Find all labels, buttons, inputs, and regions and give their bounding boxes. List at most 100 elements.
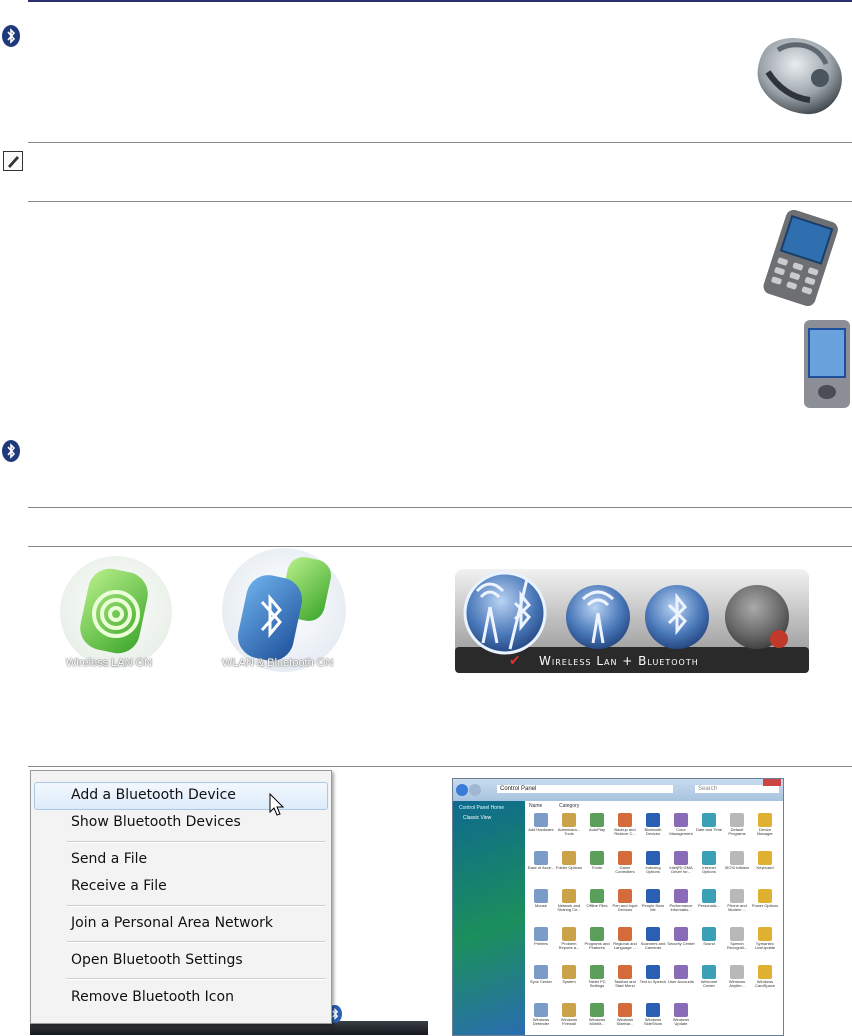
control-panel-item[interactable]: Problem Reports a...	[555, 927, 583, 950]
control-panel-item[interactable]: AutoPlay	[583, 813, 611, 832]
control-panel-item-label: Windows Mobilit...	[588, 1017, 606, 1026]
control-panel-item[interactable]: Windows SideShow	[639, 1003, 667, 1026]
menu-item-remove-bluetooth-icon[interactable]: Remove Bluetooth Icon	[71, 984, 234, 1010]
control-panel-item[interactable]: Sound	[695, 927, 723, 946]
forward-button[interactable]	[469, 784, 481, 796]
control-panel-item-icon	[758, 813, 772, 827]
sidebar-link-control-panel-home[interactable]: Control Panel Home	[459, 805, 504, 811]
control-panel-item-icon	[674, 889, 688, 903]
control-panel-item[interactable]: Performance Informatio...	[667, 889, 695, 912]
control-panel-item[interactable]: Device Manager	[751, 813, 779, 836]
control-panel-item-label: AutoPlay	[588, 827, 605, 832]
control-panel-item-icon	[702, 965, 716, 979]
control-panel-item[interactable]: Date and Time	[695, 813, 723, 832]
control-panel-item-label: Game Controllers	[615, 865, 635, 874]
control-panel-item[interactable]: Speech Recogniti...	[723, 927, 751, 950]
control-panel-item-icon	[590, 1003, 604, 1017]
control-panel-item[interactable]: Offline Files	[583, 889, 611, 908]
control-panel-item-icon	[562, 889, 576, 903]
control-panel-item[interactable]: Internet Options	[695, 851, 723, 874]
control-panel-item[interactable]: Ease of Acce...	[527, 851, 555, 870]
wlan-bluetooth-on-label: WLAN & Bluetooth ON	[222, 657, 334, 669]
control-panel-item[interactable]: Security Center	[667, 927, 695, 946]
close-icon[interactable]	[763, 779, 781, 786]
control-panel-item-label: Offline Files	[586, 903, 608, 908]
control-panel-item[interactable]: Printers	[527, 927, 555, 946]
control-panel-item-label: Symantec LiveUpdate	[754, 941, 776, 950]
control-panel-item-label: Backup and Restore C...	[614, 827, 636, 836]
control-panel-item[interactable]: Taskbar and Start Menu	[611, 965, 639, 988]
bluetooth-icon	[2, 440, 20, 462]
mouse-cursor-icon	[269, 793, 285, 816]
control-panel-breadcrumb[interactable]: Control Panel	[497, 785, 673, 793]
control-panel-item-label: Text to Speech	[639, 979, 667, 984]
control-panel-item[interactable]: Mouse	[527, 889, 555, 908]
control-panel-item-label: Fonts	[591, 865, 602, 870]
control-panel-item[interactable]: Sync Center	[527, 965, 555, 984]
control-panel-item[interactable]: Welcome Center	[695, 965, 723, 988]
mobile-phone-image	[752, 208, 850, 307]
control-panel-item[interactable]: System	[555, 965, 583, 984]
menu-item-receive-file[interactable]: Receive a File	[71, 873, 167, 899]
control-panel-item[interactable]: Regional and Language ...	[611, 927, 639, 950]
control-panel-item[interactable]: Keyboard	[751, 851, 779, 870]
control-panel-item[interactable]: Windows Defender	[527, 1003, 555, 1026]
control-panel-item-label: Security Center	[667, 941, 695, 946]
control-panel-item[interactable]: Symantec LiveUpdate	[751, 927, 779, 950]
control-panel-item-label: Phone and Modem ...	[727, 903, 747, 912]
wlan-bluetooth-on-indicator: WLAN & Bluetooth ON	[212, 546, 362, 676]
control-panel-item[interactable]: People Near Me	[639, 889, 667, 912]
control-panel-item[interactable]: Windows Anytim...	[723, 965, 751, 988]
pda-image	[800, 318, 852, 410]
control-panel-item-icon	[646, 851, 660, 865]
control-panel-item-icon	[590, 965, 604, 979]
control-panel-item[interactable]: Bluetooth Devices	[639, 813, 667, 836]
control-panel-item-label: Color Management	[669, 827, 693, 836]
menu-item-add-bluetooth-device[interactable]: Add a Bluetooth Device	[71, 782, 236, 808]
control-panel-window: Control Panel Search Control Panel Home …	[452, 778, 784, 1036]
control-panel-item[interactable]: Windows Firewall	[555, 1003, 583, 1026]
control-panel-item[interactable]: Programs and Features	[583, 927, 611, 950]
column-header-category[interactable]: Category	[559, 803, 579, 809]
control-panel-item[interactable]: Windows Sidebar...	[611, 1003, 639, 1026]
control-panel-item-label: Folder Options	[555, 865, 583, 870]
control-panel-item[interactable]: Backup and Restore C...	[611, 813, 639, 836]
control-panel-item[interactable]: Color Management	[667, 813, 695, 836]
menu-item-show-bluetooth-devices[interactable]: Show Bluetooth Devices	[71, 809, 241, 835]
control-panel-item[interactable]: Game Controllers	[611, 851, 639, 874]
control-panel-item[interactable]: Folder Options	[555, 851, 583, 870]
control-panel-item[interactable]: Add Hardware	[527, 813, 555, 832]
control-panel-item[interactable]: Tablet PC Settings	[583, 965, 611, 988]
control-panel-item[interactable]: Intel(R) GMA Driver for...	[667, 851, 695, 874]
control-panel-item[interactable]: Power Options	[751, 889, 779, 908]
control-panel-item[interactable]: Pen and Input Devices	[611, 889, 639, 912]
control-panel-item[interactable]: Windows Update	[667, 1003, 695, 1026]
menu-item-open-bluetooth-settings[interactable]: Open Bluetooth Settings	[71, 947, 243, 973]
control-panel-item[interactable]: Phone and Modem ...	[723, 889, 751, 912]
menu-item-send-file[interactable]: Send a File	[71, 846, 147, 872]
control-panel-item-label: Bluetooth Devices	[644, 827, 662, 836]
control-panel-item[interactable]: Network and Sharing Ce...	[555, 889, 583, 912]
control-panel-item[interactable]: Administra... Tools	[555, 813, 583, 836]
column-header-name[interactable]: Name	[529, 803, 542, 809]
control-panel-item[interactable]: User Accounts	[667, 965, 695, 984]
sidebar-link-classic-view[interactable]: Classic View	[463, 815, 491, 821]
control-panel-item[interactable]: Windows CardSpace	[751, 965, 779, 988]
control-panel-item-label: Windows Sidebar...	[616, 1017, 634, 1026]
control-panel-item[interactable]: Scanners and Cameras	[639, 927, 667, 950]
control-panel-item[interactable]: Text to Speech	[639, 965, 667, 984]
control-panel-item[interactable]: Indexing Options	[639, 851, 667, 874]
control-panel-item[interactable]: Personaliz...	[695, 889, 723, 908]
control-panel-item-icon	[674, 965, 688, 979]
control-panel-item-icon	[730, 813, 744, 827]
control-panel-item[interactable]: Fonts	[583, 851, 611, 870]
control-panel-item[interactable]: Default Programs	[723, 813, 751, 836]
control-panel-item[interactable]: iSCSI Initiator	[723, 851, 751, 870]
control-panel-item[interactable]: Windows Mobilit...	[583, 1003, 611, 1026]
back-button[interactable]	[456, 784, 468, 796]
control-panel-item-icon	[534, 851, 548, 865]
control-panel-item-label: Sound	[703, 941, 715, 946]
menu-item-join-pan[interactable]: Join a Personal Area Network	[71, 910, 273, 936]
control-panel-item-icon	[646, 965, 660, 979]
control-panel-search[interactable]: Search	[695, 785, 779, 793]
